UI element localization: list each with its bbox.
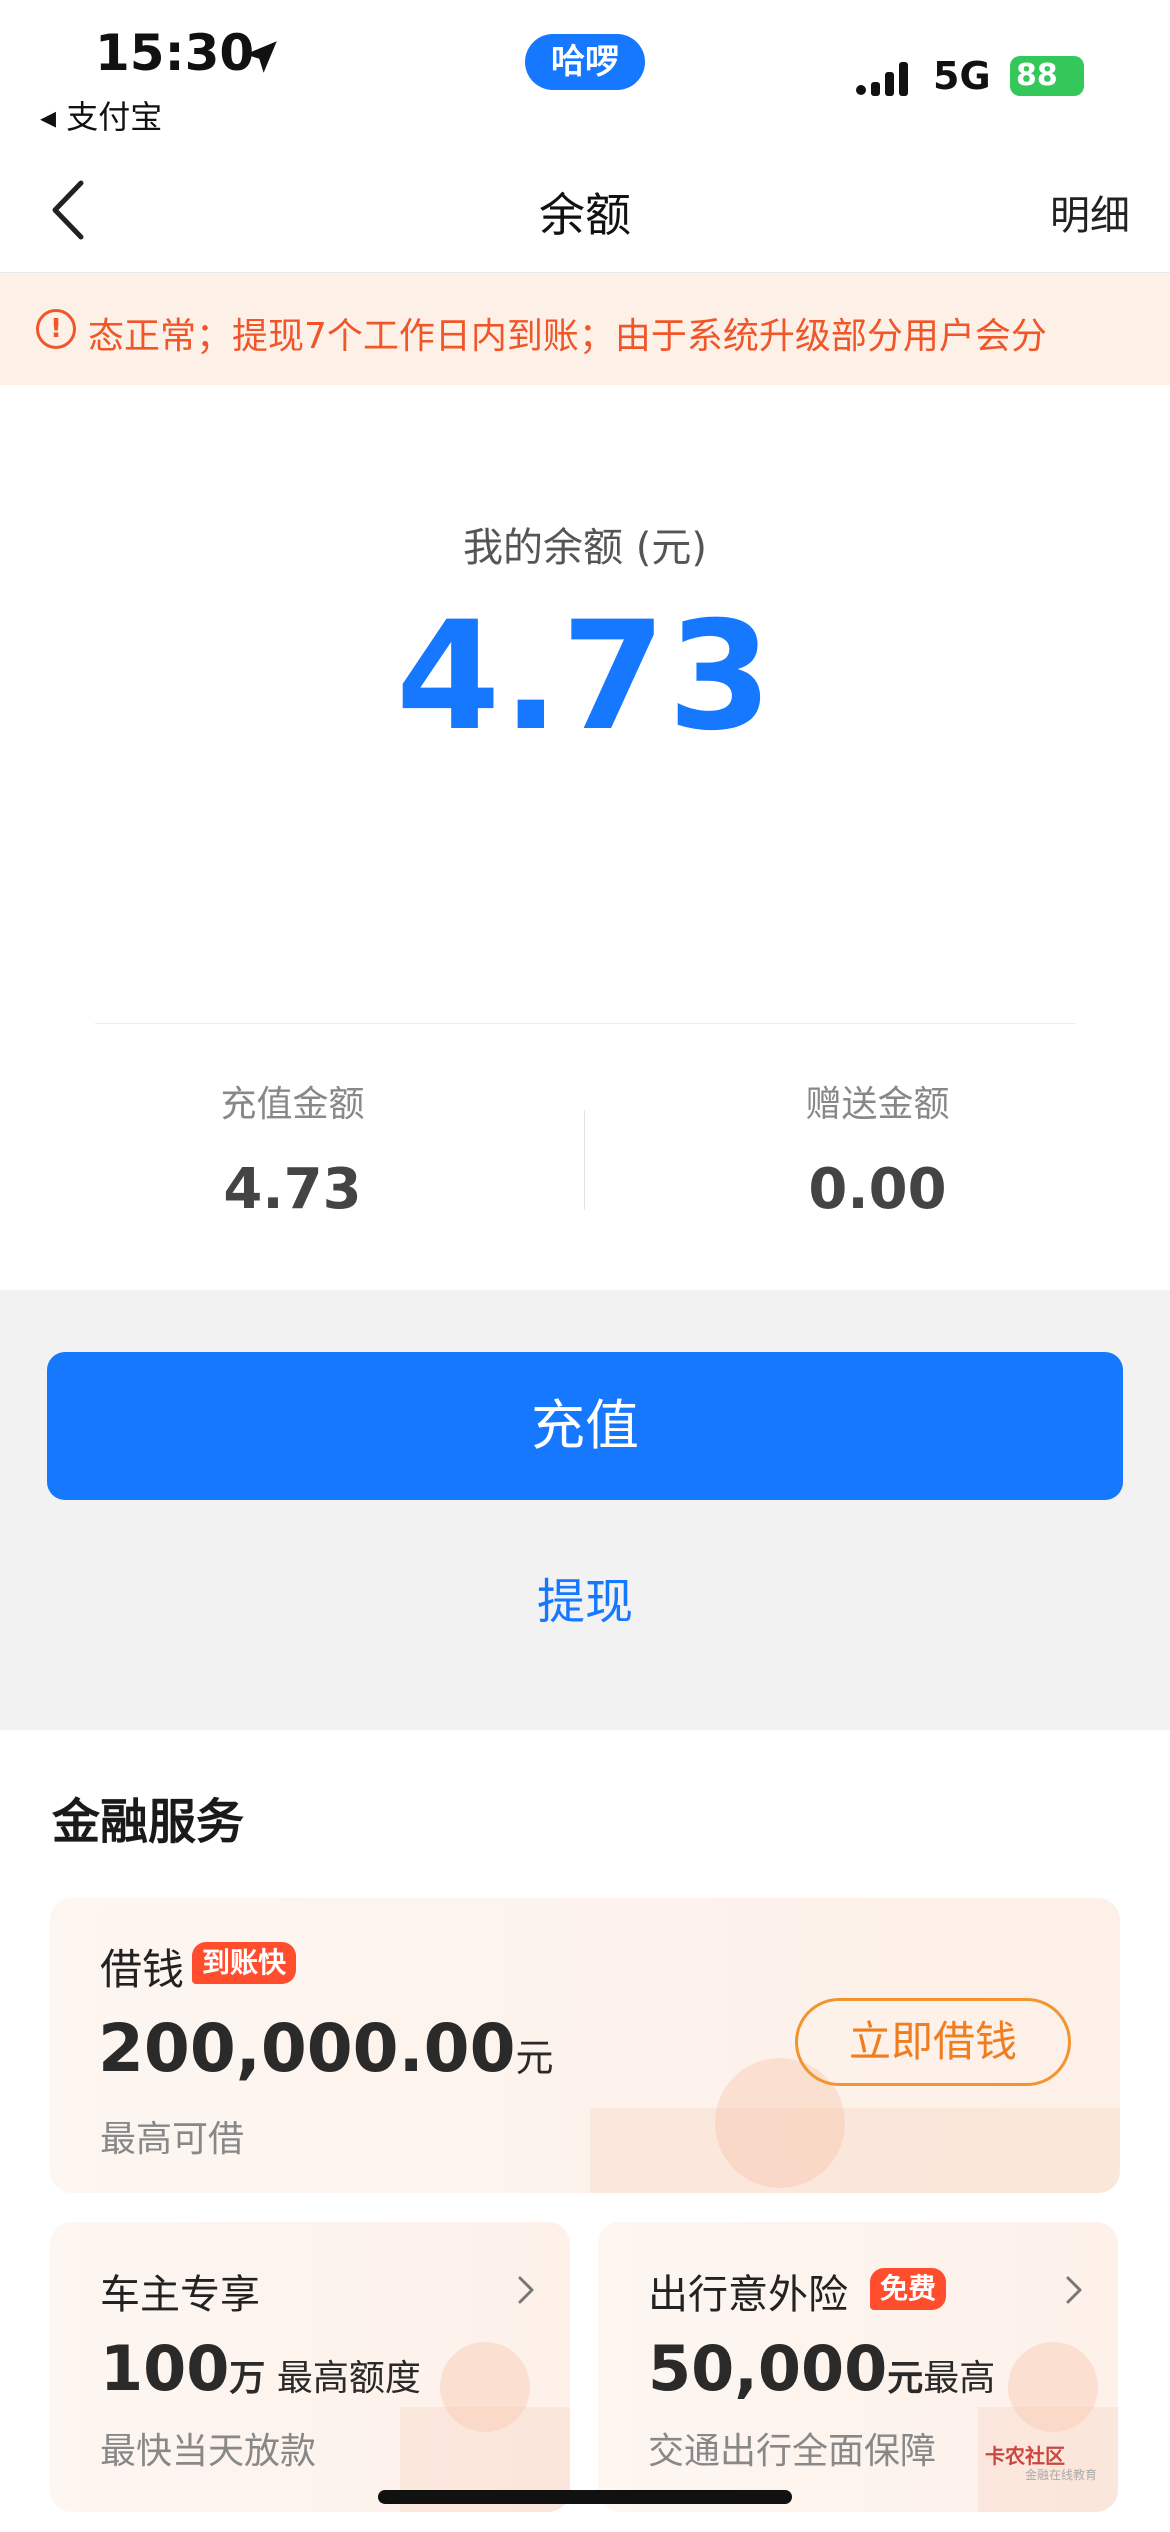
back-to-app-link[interactable]: ◂ 支付宝 [40,92,162,138]
loan-amount: 200,000.00元 [98,2010,554,2087]
gift-amount-block: 赠送金额 0.00 [585,1075,1170,1222]
borrow-now-button[interactable]: 立即借钱 [795,1998,1071,2086]
car-owner-amount: 100万 最高额度 [100,2332,421,2405]
withdraw-link[interactable]: 提现 [0,1562,1170,1632]
loan-amount-unit: 元 [515,2036,554,2080]
app-pill[interactable]: 哈啰 [525,34,645,90]
travel-insurance-subtitle: 交通出行全面保障 [648,2431,937,2472]
car-owner-title: 车主专享 [100,2272,260,2318]
loan-amount-number: 200,000.00 [98,2010,516,2087]
battery-icon: 88 [1010,56,1084,96]
network-type: 5G [933,54,991,98]
loan-name: 借钱 [100,1945,185,1994]
recharge-amount-value: 4.73 [223,1157,362,1222]
status-bar: 15:30 ◂ 支付宝 哈啰 5G 88 [0,0,1170,145]
notice-text: 态正常；提现7个工作日内到账；由于系统升级部分用户会分 [88,316,1047,357]
loan-subtitle: 最高可借 [100,2119,245,2160]
gift-amount-label: 赠送金额 [805,1084,950,1125]
loan-badge: 到账快 [192,1942,297,1984]
navigation-bar: 余额 明细 [0,145,1170,273]
loan-card[interactable]: 借钱 到账快 200,000.00元 最高可借 立即借钱 [50,1898,1120,2193]
balance-value: 4.73 [395,590,775,764]
actions-area: 充值 提现 [0,1290,1170,1730]
car-owner-amount-number: 100 [100,2332,230,2405]
free-badge: 免费 [870,2268,947,2310]
finance-services-section: 金融服务 借钱 到账快 200,000.00元 最高可借 立即借钱 车主专享 1… [0,1730,1170,2532]
divider [95,1023,1075,1024]
section-title: 金融服务 [52,1794,245,1850]
decoration [590,2108,1120,2193]
chevron-right-icon [1066,2276,1082,2304]
watermark-logo: 卡农社区 [985,2444,1065,2468]
balance-card: 我的余额 (元) 4.73 充值金额 4.73 赠送金额 0.00 [0,385,1170,1290]
travel-insurance-amount-number: 50,000 [648,2332,888,2405]
location-arrow-icon [245,41,277,73]
detail-link[interactable]: 明细 [1050,183,1130,241]
watermark-subtitle: 金融在线教育 [1025,2468,1098,2482]
home-indicator[interactable] [378,2490,792,2504]
recharge-amount-block: 充值金额 4.73 [0,1075,585,1222]
travel-insurance-amount: 50,000元最高 [648,2332,995,2405]
gift-amount-value: 0.00 [808,1157,947,1222]
chevron-right-icon [518,2276,534,2304]
car-owner-amount-caption: 最高额度 [265,2358,421,2399]
status-time: 15:30 [95,24,255,82]
notice-banner[interactable]: ! 态正常；提现7个工作日内到账；由于系统升级部分用户会分 [0,273,1170,385]
car-owner-subtitle: 最快当天放款 [100,2431,317,2472]
travel-insurance-amount-unit: 元 [887,2358,924,2399]
alert-circle-icon: ! [36,309,76,349]
recharge-amount-label: 充值金额 [220,1084,365,1125]
car-owner-amount-unit: 万 [229,2358,266,2399]
page-title: 余额 [539,188,631,242]
car-owner-card[interactable]: 车主专享 100万 最高额度 最快当天放款 [50,2222,570,2512]
balance-label: 我的余额 (元) [463,525,707,571]
travel-insurance-amount-caption: 最高 [923,2358,996,2399]
travel-insurance-title: 出行意外险 [648,2272,848,2318]
recharge-button[interactable]: 充值 [47,1352,1123,1500]
signal-icon [856,62,908,96]
